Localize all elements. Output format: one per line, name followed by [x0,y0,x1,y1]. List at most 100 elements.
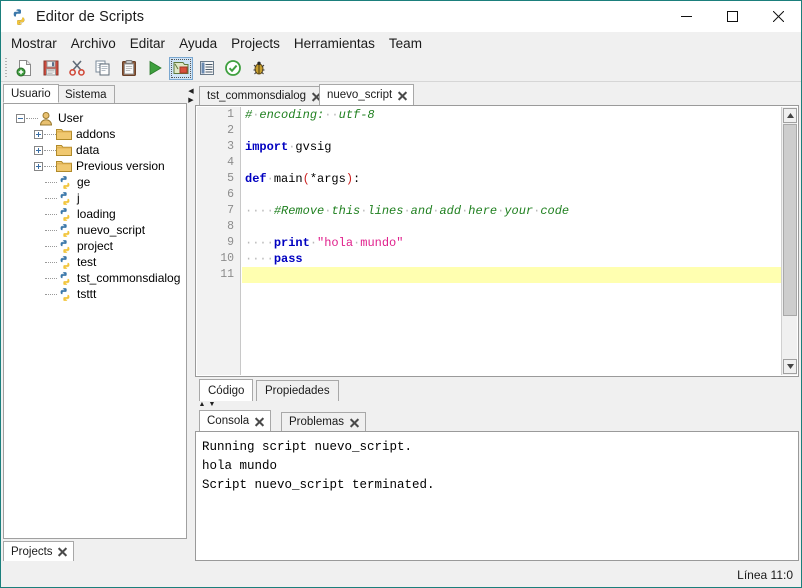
code-line[interactable]: def·main(*args): [242,171,781,187]
code-line[interactable]: #·encoding:··utf-8 [242,107,781,123]
code-editor[interactable]: 1 2 3 4 5 6 7 8 9 10 11 #·encoding:··utf… [195,105,799,377]
menu-team[interactable]: Team [383,34,428,53]
splitter-collapse-up-icon[interactable]: ▲ [198,401,206,408]
scroll-up-icon[interactable] [783,108,797,123]
run-external-icon[interactable] [169,56,193,80]
code-token: here [468,204,498,218]
scrollbar-thumb[interactable] [783,124,797,316]
toolbar [1,55,801,82]
code-line[interactable] [242,155,781,171]
code-token: import [245,140,289,154]
toolbar-grip[interactable] [3,58,10,78]
scroll-down-icon[interactable] [783,359,797,374]
splitter-collapse-down-icon[interactable]: ▼ [208,401,216,408]
code-token: utf-8 [338,108,375,122]
code-line[interactable]: ····print·"hola·mundo" [242,235,781,251]
tree-item-loading[interactable]: loading [8,206,186,222]
tab-propiedades-label: Propiedades [265,385,330,397]
tab-codigo[interactable]: Código [199,379,254,401]
new-script-icon[interactable] [13,57,37,80]
tree-item-previous-version[interactable]: Previous version [8,158,186,174]
tab-consola[interactable]: Consola [199,410,272,431]
vertical-splitter[interactable]: ◀ ▶ [187,84,195,561]
code-text-area[interactable]: #·encoding:··utf-8 import·gvsig def·main… [242,107,781,375]
folder-icon [56,159,72,174]
menu-archivo[interactable]: Archivo [65,34,122,53]
tree-item-tst-commonsdialog[interactable]: tst_commonsdialog [8,270,186,286]
tree-item-j[interactable]: j [8,190,186,206]
project-tree-container[interactable]: User addons data Previous version ge j l… [3,103,187,539]
close-button[interactable] [755,1,801,31]
console-output-container[interactable]: Running script nuevo_script. hola mundo … [195,431,799,561]
check-icon[interactable] [221,57,245,80]
code-token: · [266,172,274,186]
tab-projects[interactable]: Projects [3,541,74,561]
tree-item-data[interactable]: data [8,142,186,158]
tree-item-nuevo-script[interactable]: nuevo_script [8,222,186,238]
code-line[interactable] [242,187,781,203]
python-file-icon [57,191,73,206]
code-token: #Remove [273,204,325,218]
tab-nuevo-script[interactable]: nuevo_script [319,84,415,105]
tree-item-user[interactable]: User [8,110,186,126]
maximize-button[interactable] [709,1,755,31]
collapse-expander-icon[interactable] [16,113,25,123]
code-token: *args [309,172,346,186]
cut-icon[interactable] [65,57,89,80]
line-number: 6 [227,188,234,201]
editor-vertical-scrollbar[interactable] [781,107,797,375]
tab-consola-label: Consola [207,415,250,427]
menu-ayuda[interactable]: Ayuda [173,34,223,53]
tree-item-test[interactable]: test [8,254,186,270]
tree-item-ge[interactable]: ge [8,174,186,190]
code-line[interactable]: ····pass [242,251,781,267]
close-icon[interactable] [397,90,408,101]
tree-item-label: project [77,239,114,253]
menu-mostrar[interactable]: Mostrar [5,34,63,53]
code-line[interactable] [242,123,781,139]
code-line[interactable]: import·gvsig [242,139,781,155]
code-token: ·· [324,108,339,122]
expand-expander-icon[interactable] [34,129,43,139]
splitter-collapse-right-icon[interactable]: ▶ [188,97,194,104]
python-icon [10,8,28,26]
tab-sistema[interactable]: Sistema [57,85,115,103]
tree-connector [45,261,57,263]
horizontal-splitter[interactable]: ▲ ▼ [195,401,799,410]
properties-icon[interactable] [195,57,219,80]
code-token: encoding: [259,108,325,122]
expand-expander-icon[interactable] [34,145,43,155]
code-line[interactable] [242,219,781,235]
tab-tst-commonsdialog[interactable]: tst_commonsdialog [199,86,329,105]
copy-icon[interactable] [91,57,115,80]
debug-bug-icon[interactable] [247,57,271,80]
tree-item-project[interactable]: project [8,238,186,254]
menu-editar[interactable]: Editar [124,34,171,53]
code-token: ···· [245,252,274,266]
paste-icon[interactable] [117,57,141,80]
minimize-button[interactable] [663,1,709,31]
code-token: : [353,172,361,186]
tree-item-tsttt[interactable]: tsttt [8,286,186,302]
tab-usuario[interactable]: Usuario [3,84,59,103]
tab-propiedades[interactable]: Propiedades [256,380,339,401]
splitter-collapse-left-icon[interactable]: ◀ [188,88,194,95]
close-icon[interactable] [349,417,360,428]
menu-herramientas[interactable]: Herramientas [288,34,381,53]
user-icon [38,111,54,126]
run-icon[interactable] [143,57,167,80]
tree-item-label: User [58,111,84,125]
expand-expander-icon[interactable] [34,161,43,171]
tab-problemas[interactable]: Problemas [281,412,366,431]
project-tree[interactable]: User addons data Previous version ge j l… [4,104,186,538]
close-icon[interactable] [254,416,265,427]
save-icon[interactable] [39,57,63,80]
tree-connector [45,229,57,231]
tree-item-addons[interactable]: addons [8,126,186,142]
menu-projects[interactable]: Projects [225,34,286,53]
line-number: 11 [220,268,234,281]
code-line[interactable]: ····#Remove·this·lines·and·add·here·your… [242,203,781,219]
python-file-icon [57,175,73,190]
close-icon[interactable] [57,546,68,557]
code-line[interactable] [242,267,781,283]
